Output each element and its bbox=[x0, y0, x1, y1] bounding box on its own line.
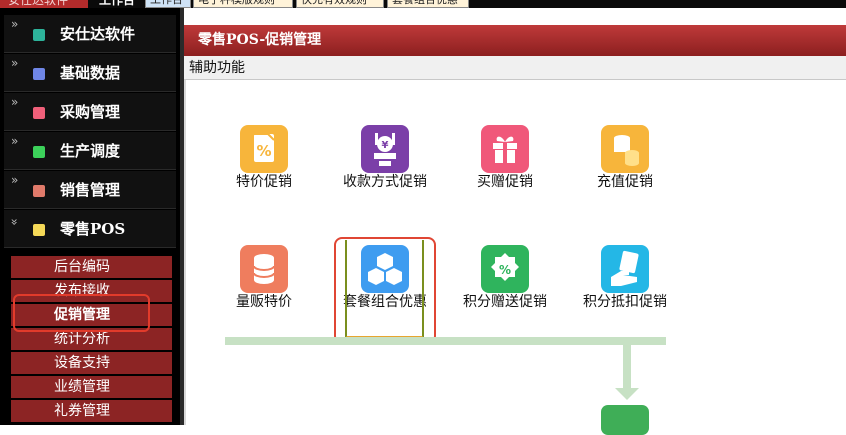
data-icon bbox=[33, 68, 45, 80]
func-buy-gift-promo[interactable]: 买赠促销 bbox=[450, 125, 560, 189]
chevron-icon: » bbox=[11, 173, 19, 187]
submenu-label: 发布接收 bbox=[54, 283, 110, 299]
top-bar: 安仕达软件 工作台 工作台 电子秤模版规则 快充有效规则 套餐组合优惠 bbox=[0, 0, 846, 8]
tab-scale-template-rules[interactable]: 电子秤模版规则 bbox=[193, 0, 293, 8]
tab-workbench[interactable]: 工作台 bbox=[145, 0, 191, 8]
sidebar-item-label: 零售POS bbox=[60, 220, 126, 238]
func-payment-method-promo[interactable]: ¥ 收款方式促销 bbox=[330, 125, 440, 189]
svg-text:¥: ¥ bbox=[382, 140, 389, 151]
money-hand-icon: ¥ bbox=[361, 125, 409, 173]
func-label: 积分赠送促销 bbox=[463, 294, 547, 310]
func-label: 充值促销 bbox=[597, 174, 653, 190]
discount-badge-icon: % bbox=[481, 245, 529, 293]
sidebar: » 安仕达软件 » 基础数据 » 采购管理 » 生产调度 » 销售管理 » 零售… bbox=[0, 8, 184, 425]
submenu-label: 设备支持 bbox=[54, 355, 110, 371]
calendar-icon[interactable] bbox=[601, 405, 649, 435]
submenu-label: 后台编码 bbox=[54, 259, 110, 275]
pos-icon bbox=[33, 224, 45, 236]
submenu-item-promotion-mgmt[interactable]: 促销管理 bbox=[11, 304, 172, 326]
brand-label: 安仕达软件 bbox=[0, 0, 88, 8]
submenu-label: 业绩管理 bbox=[54, 379, 110, 395]
submenu-item-coupon-mgmt[interactable]: 礼券管理 bbox=[11, 400, 172, 422]
sidebar-item-production[interactable]: » 生产调度 bbox=[4, 132, 176, 170]
focus-outline bbox=[345, 240, 424, 338]
submenu-item-backend-coding[interactable]: 后台编码 bbox=[11, 256, 172, 278]
production-icon bbox=[33, 146, 45, 158]
svg-text:%: % bbox=[499, 263, 511, 277]
func-label: 买赠促销 bbox=[477, 174, 533, 190]
gift-icon bbox=[481, 125, 529, 173]
submenu-label: 促销管理 bbox=[54, 307, 110, 323]
func-volume-special-price[interactable]: 量贩特价 bbox=[209, 245, 319, 309]
chevron-icon: » bbox=[11, 17, 19, 31]
sidebar-item-sales[interactable]: » 销售管理 bbox=[4, 171, 176, 209]
database-icon bbox=[240, 245, 288, 293]
submenu-label: 统计分析 bbox=[54, 331, 110, 347]
submenu-label: 礼券管理 bbox=[54, 403, 110, 419]
tab-combo-discount[interactable]: 套餐组合优惠 bbox=[387, 0, 469, 8]
func-recharge-promo[interactable]: 充值促销 bbox=[570, 125, 680, 189]
flow-line-horizontal bbox=[225, 337, 666, 345]
sidebar-item-retail-pos[interactable]: » 零售POS bbox=[4, 210, 176, 248]
func-label: 特价促销 bbox=[236, 174, 292, 190]
submenu-item-publish-receive[interactable]: 发布接收 bbox=[11, 280, 172, 302]
sidebar-item-label: 基础数据 bbox=[60, 64, 121, 82]
percent-tag-icon: % bbox=[240, 125, 288, 173]
chevron-icon: » bbox=[11, 56, 19, 70]
toolbar: 辅助功能 bbox=[184, 56, 846, 80]
chevron-icon: » bbox=[11, 95, 19, 109]
sidebar-item-label: 安仕达软件 bbox=[60, 25, 136, 43]
func-label: 量贩特价 bbox=[236, 294, 292, 310]
sales-icon bbox=[33, 185, 45, 197]
sidebar-item-label: 销售管理 bbox=[60, 181, 121, 199]
coin-stack-icon bbox=[601, 125, 649, 173]
chevron-icon: » bbox=[11, 134, 19, 148]
func-points-gift-promo[interactable]: % 积分赠送促销 bbox=[450, 245, 560, 309]
workspace-label[interactable]: 工作台 bbox=[99, 0, 135, 8]
tab-quick-charge-rules[interactable]: 快充有效规则 bbox=[296, 0, 384, 8]
flow-arrow-down-icon bbox=[615, 388, 639, 400]
page-title-bar: 零售POS-促销管理 bbox=[184, 25, 846, 56]
submenu-item-device-support[interactable]: 设备支持 bbox=[11, 352, 172, 374]
page-title: 零售POS-促销管理 bbox=[198, 32, 322, 48]
sidebar-item-label: 采购管理 bbox=[60, 103, 121, 121]
auxiliary-functions-label[interactable]: 辅助功能 bbox=[189, 58, 245, 78]
flow-line-vertical bbox=[623, 345, 631, 390]
purchase-icon bbox=[33, 107, 45, 119]
chevron-down-icon: » bbox=[7, 218, 22, 226]
svg-text:%: % bbox=[256, 142, 271, 160]
func-label: 积分抵扣促销 bbox=[583, 294, 667, 310]
voucher-hand-icon bbox=[601, 245, 649, 293]
sidebar-item-purchasing[interactable]: » 采购管理 bbox=[4, 93, 176, 131]
func-special-price[interactable]: % 特价促销 bbox=[209, 125, 319, 189]
sidebar-item-label: 生产调度 bbox=[60, 142, 121, 160]
content-divider bbox=[184, 80, 186, 425]
submenu-item-performance[interactable]: 业绩管理 bbox=[11, 376, 172, 398]
submenu-item-statistics[interactable]: 统计分析 bbox=[11, 328, 172, 350]
func-label: 收款方式促销 bbox=[343, 174, 427, 190]
func-points-deduction-promo[interactable]: 积分抵扣促销 bbox=[570, 245, 680, 309]
sidebar-item-anshida[interactable]: » 安仕达软件 bbox=[4, 15, 176, 53]
app-icon bbox=[33, 29, 45, 41]
sidebar-item-basic-data[interactable]: » 基础数据 bbox=[4, 54, 176, 92]
